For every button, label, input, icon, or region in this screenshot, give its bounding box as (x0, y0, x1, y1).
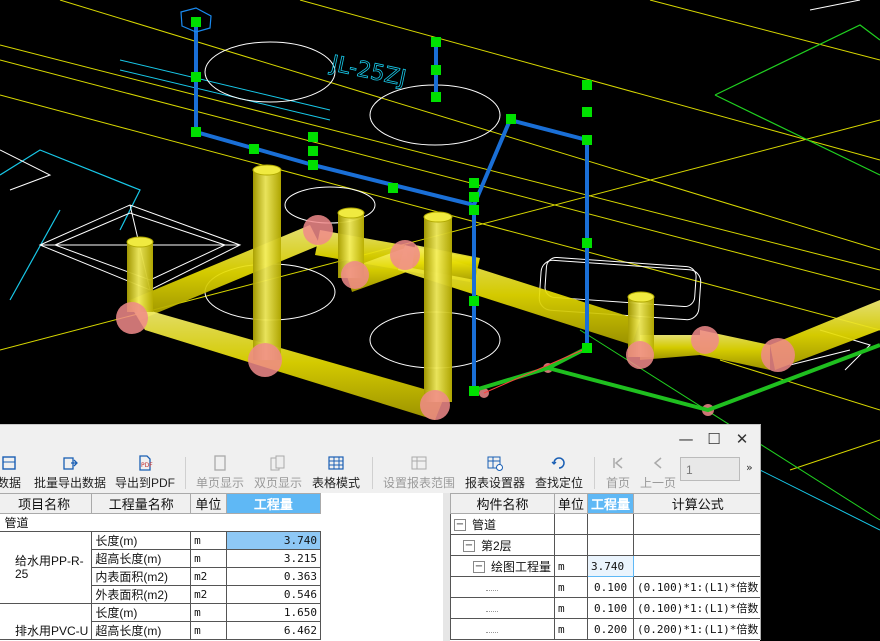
unit-cell: m (190, 549, 227, 568)
minimize-button[interactable]: — (674, 429, 698, 449)
quantity-value[interactable]: 0.546 (225, 585, 322, 604)
data-icon (2, 456, 16, 470)
tree-row[interactable]: − 第2层 (450, 534, 760, 556)
table-row[interactable]: m 0.100 (0.100)*1:(L1)*倍数 (450, 576, 760, 598)
quantity-name: 超高长度(m) (91, 621, 192, 640)
page-number-input[interactable]: 1 (680, 457, 740, 481)
prev-page-button[interactable]: 上一页 (638, 453, 678, 493)
unit-cell: m (554, 618, 589, 640)
svg-text:PDF: PDF (141, 462, 153, 469)
report-toolbar: 数据 批量导出数据 PDF 导出到PDF 单页显示 双页显示 表格模式 设置报表… (0, 453, 760, 493)
formula-cell[interactable]: (0.100)*1:(L1)*倍数 (633, 597, 760, 619)
column-header[interactable]: 工程量名称 (91, 493, 192, 514)
table-row[interactable]: m 0.200 (0.200)*1:(L1)*倍数 (450, 618, 760, 640)
double-page-icon (270, 455, 285, 471)
column-header[interactable]: 单位 (554, 493, 589, 514)
quantity-value[interactable]: 0.363 (225, 567, 322, 586)
table-row[interactable]: m 0.100 (0.100)*1:(L1)*倍数 (450, 597, 760, 619)
tree-connector (486, 632, 498, 633)
table-row[interactable]: 排水用PVC-U 长度(m) m 1.650 (0, 603, 322, 640)
tree-label: 绘图工程量 (491, 559, 552, 574)
column-header[interactable]: 工程量 (587, 493, 635, 514)
quantity-report-window: — ☐ ✕ 数据 批量导出数据 PDF 导出到PDF 单页显示 双页显示 表格模… (0, 424, 761, 641)
find-locate-button[interactable]: 查找定位 (532, 453, 586, 493)
single-page-button[interactable]: 单页显示 (192, 453, 248, 493)
pdf-export-icon: PDF (139, 455, 153, 471)
quantity-value[interactable]: 0.100 (587, 576, 635, 598)
window-titlebar[interactable]: — ☐ ✕ (0, 425, 760, 453)
tree-label: 第2层 (481, 538, 512, 553)
quantity-summary-pane: 项目名称 工程量名称 单位 工程量 管道 给水用PP-R-25 长度(m) m … (0, 493, 443, 641)
report-settings-button[interactable]: 报表设置器 (462, 453, 528, 493)
unit-cell: m (554, 555, 589, 577)
double-page-button[interactable]: 双页显示 (250, 453, 306, 493)
quantity-value[interactable]: 3.740 (225, 531, 322, 550)
tree-row[interactable]: − 绘图工程量 m 3.740 (450, 555, 760, 577)
formula-cell[interactable]: (0.200)*1:(L1)*倍数 (633, 618, 760, 640)
toolbar-overflow-button[interactable]: » (746, 461, 753, 474)
calculation-detail-table: 构件名称 单位 工程量 计算公式 − 管道 − 第2层 − 绘图工程量 m 3.740 (450, 493, 760, 640)
prev-page-icon (653, 457, 662, 469)
first-page-icon (613, 457, 623, 469)
data-button[interactable]: 数据 (0, 453, 22, 493)
group-row[interactable]: 管道 (0, 513, 321, 532)
pane-splitter[interactable] (443, 493, 450, 641)
batch-export-button[interactable]: 批量导出数据 (32, 453, 108, 493)
quantity-value[interactable]: 0.200 (587, 618, 635, 640)
report-range-button[interactable]: 设置报表范围 (380, 453, 458, 493)
column-header[interactable]: 项目名称 (0, 493, 93, 514)
unit-cell: m (554, 597, 589, 619)
table-row[interactable]: 给水用PP-R-25 长度(m) m 3.740 (0, 531, 322, 604)
quantity-name: 超高长度(m) (91, 549, 192, 568)
group-label: 管道 (0, 513, 321, 532)
toolbar-separator (372, 457, 373, 489)
quantity-value[interactable]: 6.462 (225, 621, 322, 640)
item-name: 给水用PP-R-25 (0, 531, 93, 604)
quantity-name: 长度(m) (91, 531, 192, 550)
unit-cell: m (190, 531, 227, 550)
report-range-icon (411, 456, 427, 470)
unit-cell: m2 (190, 585, 227, 604)
item-name: 排水用PVC-U (0, 603, 93, 640)
export-pdf-button[interactable]: PDF 导出到PDF (112, 453, 178, 493)
table-mode-icon (328, 456, 344, 470)
first-page-button[interactable]: 首页 (600, 453, 636, 493)
formula-cell[interactable]: (0.100)*1:(L1)*倍数 (633, 576, 760, 598)
report-settings-icon (487, 456, 503, 471)
quantity-name: 内表面积(m2) (91, 567, 192, 586)
unit-cell: m (190, 603, 227, 622)
toolbar-separator (185, 457, 186, 489)
quantity-value[interactable]: 0.100 (587, 597, 635, 619)
collapse-toggle-icon[interactable]: − (473, 561, 485, 574)
unit-cell: m (554, 576, 589, 598)
table-mode-button[interactable]: 表格模式 (308, 453, 364, 493)
column-header[interactable]: 计算公式 (633, 493, 760, 514)
table-header-row: 构件名称 单位 工程量 计算公式 (450, 493, 760, 514)
quantity-name: 长度(m) (91, 603, 192, 622)
column-header[interactable]: 工程量 (225, 493, 322, 514)
quantity-value[interactable]: 3.740 (587, 555, 635, 577)
tree-connector (486, 611, 498, 612)
collapse-toggle-icon[interactable]: − (454, 519, 466, 532)
tree-connector (486, 590, 498, 591)
column-header[interactable]: 构件名称 (450, 493, 556, 514)
unit-cell: m2 (190, 567, 227, 586)
tree-row[interactable]: − 管道 (450, 513, 760, 535)
find-locate-icon (551, 457, 565, 469)
batch-export-icon (63, 457, 78, 470)
toolbar-separator (594, 457, 595, 489)
table-header-row: 项目名称 工程量名称 单位 工程量 (0, 493, 322, 514)
collapse-toggle-icon[interactable]: − (463, 540, 475, 553)
column-header[interactable]: 单位 (190, 493, 227, 514)
maximize-button[interactable]: ☐ (702, 429, 726, 449)
quantity-name: 外表面积(m2) (91, 585, 192, 604)
close-button[interactable]: ✕ (730, 429, 754, 449)
quantity-summary-table: 项目名称 工程量名称 单位 工程量 管道 给水用PP-R-25 长度(m) m … (0, 493, 322, 640)
unit-cell: m (190, 621, 227, 640)
quantity-value[interactable]: 1.650 (225, 603, 322, 622)
single-page-icon (214, 455, 226, 471)
tree-label: 管道 (472, 517, 497, 532)
quantity-value[interactable]: 3.215 (225, 549, 322, 568)
calculation-detail-pane: 构件名称 单位 工程量 计算公式 − 管道 − 第2层 − 绘图工程量 m 3.740 (450, 493, 760, 641)
